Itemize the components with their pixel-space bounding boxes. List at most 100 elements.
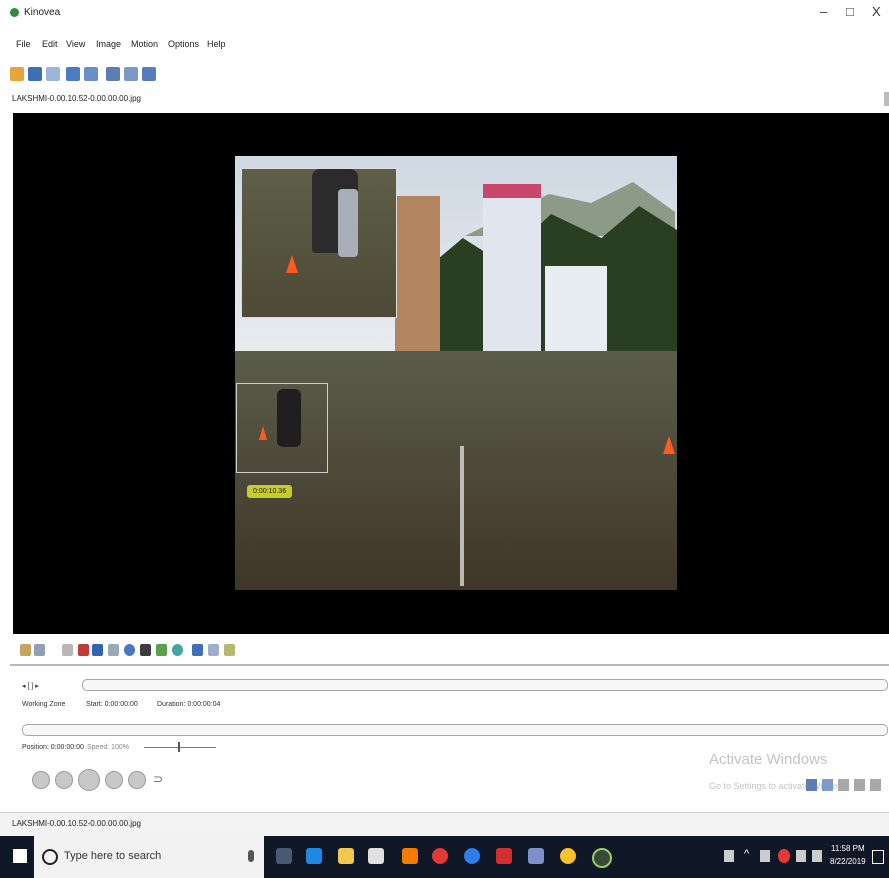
menu-help[interactable]: Help: [207, 39, 226, 49]
menu-motion[interactable]: Motion: [131, 39, 158, 49]
working-zone-controls[interactable]: ◂ [ ] ▸: [22, 682, 39, 690]
play-button[interactable]: [78, 769, 100, 791]
menu-file[interactable]: File: [16, 39, 31, 49]
magnified-cone: [286, 255, 298, 273]
playback-capture-icon[interactable]: [124, 67, 138, 81]
magnifier-icon[interactable]: [192, 644, 203, 656]
grid-icon[interactable]: [854, 779, 865, 791]
task-view-icon[interactable]: [276, 848, 292, 864]
save-icon[interactable]: [28, 67, 42, 81]
scroll-handle[interactable]: [884, 92, 889, 106]
taskbar-search-box[interactable]: Type here to search: [34, 836, 264, 878]
magnifier-inset[interactable]: [241, 168, 397, 318]
opera-tray-icon[interactable]: [778, 849, 790, 863]
microphone-icon[interactable]: [248, 850, 254, 862]
window-title: Kinovea: [24, 7, 61, 18]
kinovea-taskbar-icon[interactable]: [592, 848, 612, 868]
export-icon[interactable]: [142, 67, 156, 81]
last-frame-button[interactable]: [128, 771, 146, 789]
pointer-icon[interactable]: [62, 644, 73, 656]
close-button[interactable]: X: [872, 4, 881, 19]
open-folder-icon[interactable]: [10, 67, 24, 81]
color-profile-icon[interactable]: [208, 644, 219, 656]
browser-icon[interactable]: [464, 848, 480, 864]
magnified-runner-leg: [338, 189, 358, 257]
loop-icon[interactable]: ⊃: [153, 772, 163, 786]
volume-icon[interactable]: [796, 850, 806, 862]
drawing-toolbar: [18, 640, 318, 662]
speed-slider-track[interactable]: [144, 747, 216, 748]
next-frame-button[interactable]: [105, 771, 123, 789]
export-buttons: [806, 779, 886, 793]
line-icon[interactable]: [108, 644, 119, 656]
spotlight-icon[interactable]: [224, 644, 235, 656]
save-image-icon[interactable]: [806, 779, 817, 791]
tray-expand-icon[interactable]: ^: [744, 848, 749, 860]
cross-marker-icon[interactable]: [140, 644, 151, 656]
runner: [277, 389, 301, 447]
single-screen-icon[interactable]: [46, 67, 60, 81]
building-center: [483, 184, 541, 368]
notifications-icon[interactable]: [872, 850, 884, 864]
building-right: [545, 266, 607, 356]
save-sequence-icon[interactable]: [822, 779, 833, 791]
status-bar: LAKSHMI-0.00.10.52-0.00.00.00.jpg: [0, 812, 889, 837]
title-bar: Kinovea – □ X: [0, 0, 889, 28]
people-icon[interactable]: [724, 850, 734, 862]
capture-icon[interactable]: [84, 67, 98, 81]
clock-time: 11:58 PM: [830, 844, 865, 853]
chrono-icon[interactable]: [172, 644, 183, 656]
traffic-cone: [663, 436, 675, 454]
add-key-image-icon[interactable]: [20, 644, 31, 656]
chrono-label[interactable]: 0:00:10.36: [247, 485, 293, 498]
edge-icon[interactable]: [306, 848, 322, 864]
file-explorer-icon[interactable]: [338, 848, 354, 864]
kinovea-app-icon: [10, 8, 19, 17]
network-icon[interactable]: [760, 850, 770, 862]
app-icon-orange[interactable]: [402, 848, 418, 864]
menu-edit[interactable]: Edit: [42, 39, 58, 49]
minimize-button[interactable]: –: [820, 4, 827, 19]
comment-icon[interactable]: [34, 644, 45, 656]
menu-image[interactable]: Image: [96, 39, 121, 49]
position-slider[interactable]: [22, 724, 888, 736]
working-zone-start: Start: 0:00:00:00: [86, 701, 138, 708]
building-left: [395, 196, 440, 356]
speed-label: Speed: 100%: [87, 744, 130, 751]
menu-view[interactable]: View: [66, 39, 85, 49]
windows-start-icon[interactable]: [13, 849, 27, 863]
angle-icon[interactable]: [156, 644, 167, 656]
main-toolbar: [6, 64, 206, 86]
previous-frame-button[interactable]: [55, 771, 73, 789]
menu-options[interactable]: Options: [168, 39, 199, 49]
store-icon[interactable]: [368, 848, 384, 864]
dual-screen-icon[interactable]: [66, 67, 80, 81]
working-zone-timeline[interactable]: [82, 679, 888, 691]
opera-icon[interactable]: [432, 848, 448, 864]
app-icon-blue[interactable]: [528, 848, 544, 864]
pdf-icon[interactable]: [496, 848, 512, 864]
text-tool-icon[interactable]: [78, 644, 89, 656]
taskbar-clock[interactable]: 11:58 PM 8/22/2019: [830, 842, 866, 868]
field-line: [460, 446, 464, 586]
paste-icon[interactable]: [838, 779, 849, 791]
working-zone-label: Working Zone: [22, 701, 66, 708]
pencil-icon[interactable]: [92, 644, 103, 656]
circle-icon[interactable]: [124, 644, 135, 656]
cortana-icon[interactable]: [42, 849, 58, 865]
dual-capture-icon[interactable]: [106, 67, 120, 81]
magnifier-source-box[interactable]: [236, 383, 328, 473]
restore-button[interactable]: □: [846, 4, 854, 19]
settings-icon[interactable]: [870, 779, 881, 791]
file-tab[interactable]: LAKSHMI-0.00.10.52-0.00.00.00.jpg: [12, 94, 141, 103]
language-icon[interactable]: [812, 850, 822, 862]
status-text: LAKSHMI-0.00.10.52-0.00.00.00.jpg: [12, 819, 141, 828]
speed-slider-handle[interactable]: [178, 742, 180, 752]
first-frame-button[interactable]: [32, 771, 50, 789]
panel-separator: [10, 664, 889, 666]
cone-near-runner: [259, 426, 267, 440]
search-placeholder: Type here to search: [64, 850, 162, 862]
chrome-icon[interactable]: [560, 848, 576, 864]
video-frame[interactable]: 0:00:10.36: [235, 156, 677, 590]
windows-taskbar: Type here to search ^ 11:58 PM 8/22/2019: [0, 836, 889, 878]
